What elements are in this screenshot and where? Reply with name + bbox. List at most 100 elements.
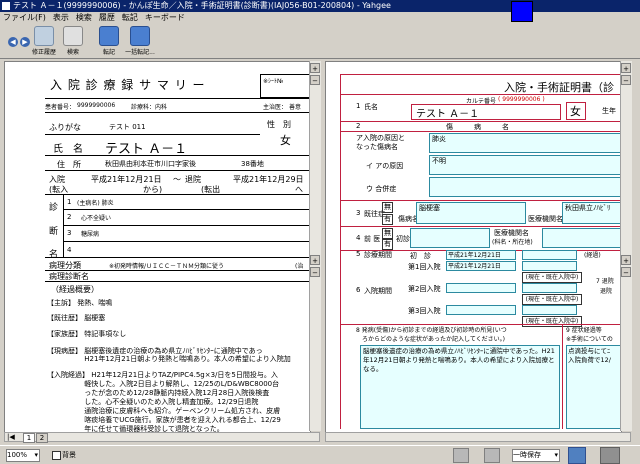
discharge-label: 退院 xyxy=(185,175,201,184)
sec6-no: 6 xyxy=(356,286,361,294)
diag-col2: 断 xyxy=(49,227,59,237)
back-icon[interactable]: ◀ xyxy=(8,37,18,47)
admission-2-status-button[interactable]: (現在・既在入院中) xyxy=(522,294,582,305)
admission-1-status-button[interactable]: (現在・既在入院中) xyxy=(522,272,582,283)
temp-save-select[interactable]: 一時保存 ▾ xyxy=(512,449,560,462)
a-label2: なった傷病名 xyxy=(356,143,398,151)
cause-disease-field[interactable] xyxy=(429,133,621,153)
right-vertical-scrollbar[interactable]: + − + − xyxy=(620,61,632,431)
past-disease: 脳梗塞 xyxy=(419,204,440,212)
doctor-label: 主治医： xyxy=(263,104,288,111)
page-tab-2[interactable]: 2 xyxy=(36,433,48,443)
a-value: 肺炎 xyxy=(432,135,446,143)
left-document-pane[interactable]: 入 院 診 療 録 サ マ リ ー ※ｼｰﾄ№ 患者番号： 9999990006… xyxy=(4,61,311,433)
page-tab-1[interactable]: 1 xyxy=(23,433,35,443)
sec2-no: 2 xyxy=(356,122,361,130)
right-document-pane[interactable]: 入院・手術証明書（診 1 氏名 カルテ番号 ( 9999990006 ) テスト… xyxy=(325,61,622,433)
admission-2-from-field[interactable] xyxy=(446,283,516,293)
summary-title: 入 院 診 療 録 サ マ リ ー xyxy=(50,78,206,92)
prev-none-checkbox[interactable]: 無 xyxy=(382,228,393,239)
first-visit-to-field[interactable] xyxy=(522,250,577,260)
past-none-checkbox[interactable]: 無 xyxy=(382,202,393,213)
pathology-tail: (治 xyxy=(295,263,304,270)
xml-icon[interactable] xyxy=(453,448,469,463)
diag-3: 糖尿病 xyxy=(81,231,100,238)
zoom-in-icon[interactable]: + xyxy=(310,63,320,73)
print-icon[interactable] xyxy=(600,447,620,464)
bulk-transcribe-button[interactable]: 一括転記... xyxy=(122,25,158,58)
zoom-select[interactable]: 100% ▾ xyxy=(6,449,40,462)
karte-no: ( 9999990006 ) xyxy=(498,96,545,103)
background-label: 背景 xyxy=(62,451,76,459)
right-horizontal-scrollbar[interactable] xyxy=(325,432,631,442)
pdf-icon[interactable] xyxy=(484,448,500,463)
zoom-value: 100% xyxy=(7,451,28,459)
zoom-out-r-icon[interactable]: − xyxy=(621,75,631,85)
name-label: 氏 名 xyxy=(53,144,83,155)
sheet-no-label: ※ｼｰﾄ№ xyxy=(263,78,284,85)
name-value-r: テスト Ａ－１ xyxy=(416,109,480,120)
sec7-label: 7 退院 xyxy=(596,278,614,285)
course-title: （経過概要） xyxy=(51,285,99,294)
past-hosp-label: 医療機関名 xyxy=(528,215,563,223)
status-indicator-icon xyxy=(511,1,533,22)
sec4-label: 前 医 xyxy=(364,235,381,243)
admission-3-to-field[interactable] xyxy=(522,305,577,315)
diag-1: (主病名) 肺炎 xyxy=(77,200,114,207)
window-title: テスト Ａ－１(9999990006) - かんぽ生命／入院・手術証明書(診断書… xyxy=(13,1,391,10)
patient-no-label: 患者番号： xyxy=(45,104,76,111)
zoom-out-r2-icon[interactable]: − xyxy=(621,267,631,277)
sec5-label: 診療期間 xyxy=(364,251,392,259)
documents-icon xyxy=(130,26,150,46)
complication-field[interactable] xyxy=(429,177,621,197)
menu-history[interactable]: 履歴 xyxy=(99,13,115,22)
name-label-r: 氏名 xyxy=(364,103,378,111)
sex-value-r: 女 xyxy=(570,105,581,118)
background-checkbox[interactable] xyxy=(52,451,61,460)
prev-hosp-label2: (科名・所在地) xyxy=(492,239,533,246)
status-bar: 100% ▾ 背景 一時保存 ▾ xyxy=(0,445,640,464)
sex-value: 女 xyxy=(280,134,291,147)
menu-file[interactable]: ファイル(F) xyxy=(3,13,46,22)
menu-keyboard[interactable]: キーボード xyxy=(145,13,185,22)
zoom-in-2-icon[interactable]: + xyxy=(310,255,320,265)
sec9-header2: ※手術についての xyxy=(566,336,613,343)
revision-history-label: 修正履歴 xyxy=(31,49,56,56)
cause-origin-field[interactable] xyxy=(429,155,621,175)
temp-save-label: 一時保存 xyxy=(513,451,541,459)
address-no: 38番地 xyxy=(241,160,264,168)
title-bar: テスト Ａ－１(9999990006) - かんぽ生命／入院・手術証明書(診断書… xyxy=(0,0,640,12)
prev-exists-checkbox[interactable]: 有 xyxy=(382,239,393,250)
left-vertical-scrollbar[interactable]: + − + − xyxy=(309,61,321,431)
course-line-0: 【主訴】 発熱、喘鳴 xyxy=(47,299,113,307)
discharge-date: 平成21年12月29日 xyxy=(233,175,304,184)
first-page-icon[interactable]: |◀ xyxy=(7,433,15,441)
search-button[interactable]: 検索 xyxy=(55,25,91,58)
furigana: テスト 011 xyxy=(109,123,146,131)
sec4-no: 4 xyxy=(356,234,361,242)
tilde: ～ xyxy=(173,175,181,184)
zoom-in-r2-icon[interactable]: + xyxy=(621,255,631,265)
document-icon xyxy=(99,26,119,46)
zoom-in-r-icon[interactable]: + xyxy=(621,63,631,73)
menu-search[interactable]: 検索 xyxy=(76,13,92,22)
sec5-no: 5 xyxy=(356,250,361,258)
prev-first-visit-field[interactable] xyxy=(410,228,490,248)
menu-transcribe[interactable]: 転記 xyxy=(122,13,138,22)
prev-hosp-field[interactable] xyxy=(542,228,621,248)
pathology-note: ※初発時情報/ＵＩＣＣ－ＴＮＭ分類に従う xyxy=(109,263,225,270)
menu-view[interactable]: 表示 xyxy=(53,13,69,22)
course-label: (経過) xyxy=(584,252,601,259)
past-exists-checkbox[interactable]: 有 xyxy=(382,214,393,225)
prev-first-visit: 初診 xyxy=(396,235,410,243)
admission-2-to-field[interactable] xyxy=(522,283,577,293)
zoom-out-icon[interactable]: − xyxy=(310,75,320,85)
admission-1-to-field[interactable] xyxy=(522,261,577,271)
save-icon[interactable] xyxy=(568,447,586,464)
magnifier-icon xyxy=(34,26,54,46)
i-value: 不明 xyxy=(432,157,446,165)
left-horizontal-scrollbar[interactable]: |◀ 1 2 xyxy=(4,432,320,443)
admission-3-from-field[interactable] xyxy=(446,305,516,315)
zoom-out-2-icon[interactable]: − xyxy=(310,267,320,277)
sec7b-label: 退院 xyxy=(600,288,613,295)
